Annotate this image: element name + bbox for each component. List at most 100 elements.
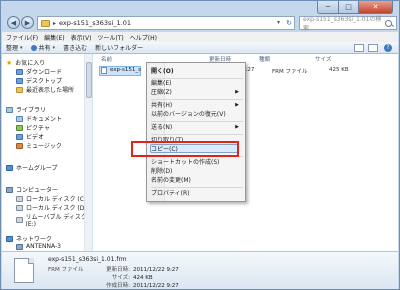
- new-folder-button[interactable]: 新しいフォルダー: [95, 43, 143, 52]
- help-icon[interactable]: ?: [384, 44, 392, 52]
- minimize-button[interactable]: ─: [317, 1, 339, 14]
- menu-item-label: ショートカットの作成(S): [151, 159, 220, 166]
- details-modified: 更新日時: 2011/12/22 9:27: [98, 265, 179, 273]
- menu-item-compress[interactable]: 圧縮(Z) ▶: [151, 88, 243, 97]
- nav-item-label: ピクチャ: [26, 125, 50, 132]
- documents-icon: [16, 115, 23, 122]
- nav-scrollbar-thumb[interactable]: [86, 62, 92, 98]
- table-row[interactable]: exp-s151_s 9:27 FRM ファイル 425 KB: [99, 66, 397, 76]
- chevron-down-icon: ▾: [52, 44, 56, 51]
- menu-help[interactable]: ヘルプ(H): [130, 33, 157, 42]
- menu-item-delete[interactable]: 削除(D): [151, 167, 243, 176]
- videos-icon: [16, 133, 23, 140]
- nav-homegroup[interactable]: ホームグループ: [6, 163, 57, 172]
- column-type[interactable]: 種類: [259, 55, 270, 63]
- menu-separator: [151, 121, 243, 122]
- menu-separator: [151, 99, 243, 100]
- nav-libraries[interactable]: ライブラリ: [6, 105, 46, 114]
- menu-item-share[interactable]: 共有(H) ▶: [151, 101, 243, 110]
- menu-item-rename[interactable]: 名前の変更(M): [151, 176, 243, 185]
- column-name[interactable]: 名前: [101, 55, 112, 63]
- menu-item-label: 名前の変更(M): [151, 177, 191, 184]
- nav-item-videos[interactable]: ビデオ: [16, 132, 44, 141]
- nav-libraries-label: ライブラリ: [16, 107, 47, 114]
- nav-item-drive-c[interactable]: ローカル ディスク (C:): [16, 194, 88, 203]
- menu-item-send-to[interactable]: 送る(N) ▶: [151, 123, 243, 132]
- nav-scrollbar[interactable]: [84, 54, 92, 251]
- nav-item-downloads[interactable]: ダウンロード: [16, 67, 62, 76]
- details-pane: exp-s151_s363si_1.01.frm FRM ファイル 更新日時: 2…: [2, 251, 398, 289]
- nav-item-drive-e[interactable]: リムーバブル ディスク (E:): [16, 212, 92, 228]
- copy-highlight-annotation: [131, 141, 239, 157]
- maximize-icon: □: [345, 3, 352, 11]
- maximize-button[interactable]: □: [339, 1, 359, 14]
- menu-view[interactable]: 表示(V): [71, 33, 92, 42]
- address-dropdown-icon[interactable]: ▾: [277, 17, 280, 29]
- file-size: 425 KB: [329, 67, 349, 73]
- file-thumbnail-icon: [14, 258, 34, 283]
- share-button[interactable]: 共有 ▾: [30, 43, 56, 52]
- search-icon[interactable]: [385, 19, 392, 27]
- nav-item-label: ローカル ディスク (C:): [26, 196, 89, 203]
- forward-button[interactable]: ▶: [21, 16, 34, 29]
- pictures-icon: [16, 124, 23, 131]
- nav-favorites-label: お気に入り: [15, 60, 46, 67]
- nav-item-pictures[interactable]: ピクチャ: [16, 123, 50, 132]
- close-button[interactable]: ✕: [359, 1, 393, 14]
- share-icon: [30, 44, 37, 51]
- details-file-type: FRM ファイル: [48, 267, 84, 273]
- preview-pane-icon[interactable]: [368, 44, 378, 52]
- nav-computer-label: コンピューター: [16, 187, 59, 194]
- nav-item-label: リムーバブル ディスク (E:): [25, 214, 87, 228]
- burn-button[interactable]: 書き込む: [63, 43, 87, 52]
- nav-computer[interactable]: コンピューター: [6, 185, 58, 194]
- file-type: FRM ファイル: [272, 69, 308, 75]
- nav-item-documents[interactable]: ドキュメント: [16, 114, 62, 123]
- menu-item-label: 共有(H): [151, 102, 173, 109]
- submenu-arrow-icon: ▶: [235, 89, 239, 95]
- nav-network[interactable]: ネットワーク: [6, 234, 52, 243]
- menu-item-open[interactable]: 開く(O): [151, 67, 243, 76]
- folder-icon: [41, 19, 50, 27]
- nav-item-drive-d[interactable]: ローカル ディスク (D:): [16, 203, 89, 212]
- star-icon: ★: [6, 58, 13, 67]
- address-row: ◀ ▶ ▸ exp-s151_s363si_1.01 ▾ ↻ exp-s151_…: [5, 15, 397, 32]
- menu-file[interactable]: ファイル(F): [6, 33, 38, 42]
- details-created: 作成日時: 2011/12/22 9:27: [98, 281, 179, 289]
- address-bar[interactable]: ▸ exp-s151_s363si_1.01 ▾ ↻: [37, 16, 295, 30]
- context-menu: 開く(O) 編集(E) 圧縮(Z) ▶ 共有(H) ▶ 以前のバージョンの復元(V)…: [146, 62, 246, 202]
- menu-item-label: 開く(O): [151, 68, 174, 75]
- search-input[interactable]: exp-s151_s363si_1.01の検索: [299, 16, 397, 32]
- nav-item-label: デスクトップ: [26, 78, 63, 85]
- menu-item-edit[interactable]: 編集(E): [151, 79, 243, 88]
- nav-favorites[interactable]: ★ お気に入り: [6, 58, 45, 67]
- menu-item-restore-versions[interactable]: 以前のバージョンの復元(V): [151, 110, 243, 119]
- column-size[interactable]: サイズ: [315, 55, 331, 63]
- menu-item-create-shortcut[interactable]: ショートカットの作成(S): [151, 158, 243, 167]
- explorer-window: ─ □ ✕ ◀ ▶ ▸ exp-s151_s363si_1.01 ▾ ↻ exp…: [0, 0, 400, 290]
- menu-edit[interactable]: 編集(E): [44, 33, 64, 42]
- nav-item-recent[interactable]: 最近表示した場所: [16, 85, 74, 94]
- menu-item-properties[interactable]: プロパティ(R): [151, 189, 243, 198]
- nav-network-label: ネットワーク: [16, 236, 53, 243]
- breadcrumb-folder[interactable]: exp-s151_s363si_1.01: [59, 19, 131, 27]
- close-icon: ✕: [372, 3, 379, 11]
- view-options-icon[interactable]: [354, 44, 364, 52]
- organize-button[interactable]: 整理 ▾: [6, 43, 23, 53]
- nav-item-desktop[interactable]: デスクトップ: [16, 76, 62, 85]
- details-created-label: 作成日時:: [106, 283, 130, 289]
- drive-icon: [16, 195, 23, 202]
- menu-separator: [151, 134, 243, 135]
- breadcrumb-chevron-icon[interactable]: ▸: [53, 20, 56, 27]
- nav-item-label: ダウンロード: [26, 69, 63, 76]
- back-button[interactable]: ◀: [7, 16, 20, 29]
- menu-tools[interactable]: ツール(T): [97, 33, 123, 42]
- submenu-arrow-icon: ▶: [235, 124, 239, 130]
- nav-item-music[interactable]: ミュージック: [16, 141, 62, 150]
- nav-item-label: ドキュメント: [26, 116, 63, 123]
- refresh-icon[interactable]: ↻: [286, 17, 292, 29]
- nav-item-label: ビデオ: [26, 134, 45, 141]
- nav-item-antenna[interactable]: ANTENNA-3: [16, 243, 61, 250]
- menu-item-label: プロパティ(R): [151, 190, 190, 197]
- recent-places-icon: [16, 86, 23, 93]
